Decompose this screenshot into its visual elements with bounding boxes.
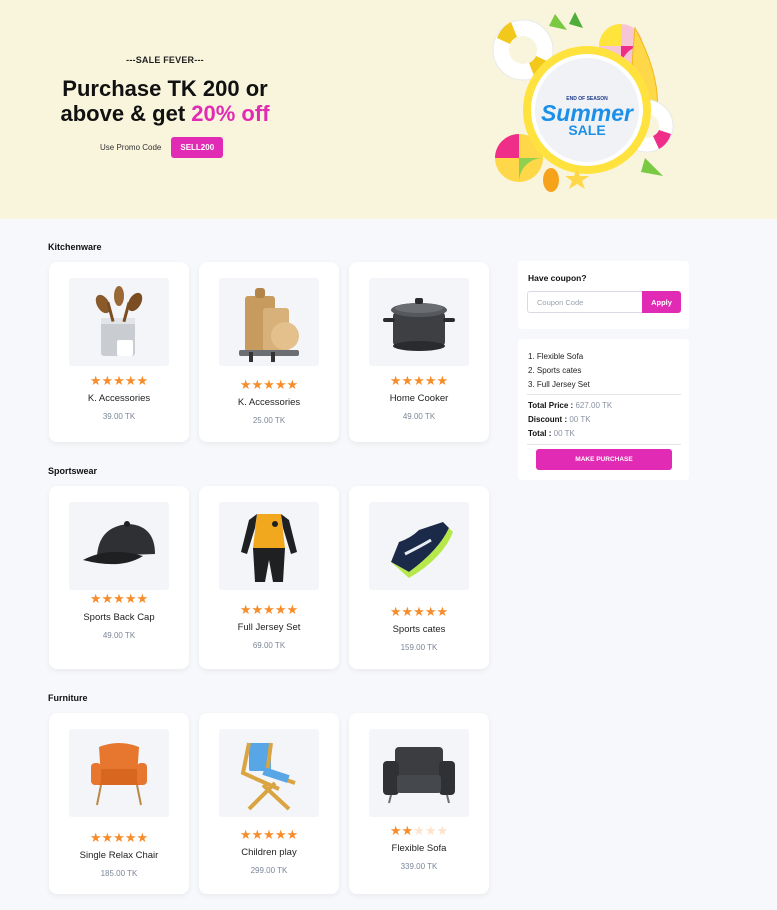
summer-sale-graphic: END OF SEASON Summer SALE [485,8,685,204]
armchair-icon [91,743,147,806]
cart-item: 3. Full Jersey Set [528,380,590,389]
product-card[interactable]: ★★★★★ Children play 299.00 TK [199,713,339,894]
product-name: K. Accessories [87,393,151,404]
cutting-boards-icon [239,288,299,362]
product-price: 25.00 TK [252,416,286,425]
product-card[interactable]: ★★★★★ K. Accessories 39.00 TK [49,262,189,442]
product-price: 39.00 TK [102,412,136,421]
product-name: Flexible Sofa [391,843,447,854]
cap-icon [83,521,155,565]
product-card[interactable]: ★★★★★ K. Accessories 25.00 TK [199,262,339,442]
product-name: Single Relax Chair [79,850,159,861]
total-value: 00 TK [553,429,575,438]
product-name: Sports Back Cap [83,612,155,623]
section-title-kitchenware: Kitchenware [48,242,102,252]
product-card[interactable]: ★★★★★ Sports cates 159.00 TK [349,486,489,669]
jersey-icon [241,514,297,582]
product-image [69,278,169,366]
product-price: 339.00 TK [400,862,438,871]
cart-item: 1. Flexible Sofa [528,352,584,361]
rating-stars: ★★★★★ [389,373,449,388]
rating-stars: ★★★★★ [89,830,149,845]
discount-value: 00 TK [569,415,591,424]
product-name: K. Accessories [237,397,301,408]
rating-stars: ★★★★★ [239,377,299,392]
coupon-panel: Have coupon? Apply [518,261,689,329]
section-title-sportswear: Sportswear [48,466,98,476]
coupon-title: Have coupon? [528,273,587,283]
summary-divider [527,444,681,445]
product-image [369,729,469,817]
cart-item-list: 1. Flexible Sofa 2. Sports cates 3. Full… [528,350,590,392]
product-price: 69.00 TK [252,641,286,650]
total-price-label: Total Price : [528,401,574,410]
sofa-icon [383,747,455,804]
order-summary-panel: 1. Flexible Sofa 2. Sports cates 3. Full… [518,339,689,480]
product-price: 185.00 TK [100,869,138,878]
promo-banner: ---SALE FEVER--- Purchase TK 200 or abov… [0,0,777,219]
product-name: Full Jersey Set [237,622,301,633]
summary-divider [527,394,681,395]
discount-row: Discount : 00 TK [528,413,612,427]
cart-item: 2. Sports cates [528,366,582,375]
product-card[interactable]: ★★★★★ Home Cooker 49.00 TK [349,262,489,442]
product-price: 159.00 TK [400,643,438,652]
kitchen-utensils-icon [95,286,143,356]
headline-line-1: Purchase TK 200 or [62,76,268,101]
cooking-pot-icon [383,298,455,351]
promo-headline: Purchase TK 200 or above & get 20% off [30,76,300,126]
section-title-furniture: Furniture [48,693,88,703]
product-image [69,729,169,817]
rating-stars: ★★★★★ [389,604,449,619]
product-image [369,502,469,590]
sale-text: SALE [568,122,606,138]
rating-stars: ★★★★★ [239,827,299,842]
product-name: Children play [241,847,297,858]
apply-coupon-button[interactable]: Apply [642,291,681,313]
sneaker-icon [391,522,453,578]
rating-stars: ★★★★★ [89,373,149,388]
summer-text: Summer [540,100,634,126]
headline-discount: 20% off [191,101,270,126]
product-price: 49.00 TK [402,412,436,421]
product-image [219,502,319,590]
product-name: Home Cooker [389,393,449,404]
promo-code-row: Use Promo Code SELL200 [100,137,224,158]
discount-label: Discount : [528,415,568,424]
rating-stars: ★★★★★ [239,602,299,617]
product-card[interactable]: ★★★★★ Flexible Sofa 339.00 TK [349,713,489,894]
rating-stars: ★★★★★ [389,823,449,838]
product-card[interactable]: ★★★★★ Single Relax Chair 185.00 TK [49,713,189,894]
product-card[interactable]: ★★★★★ Sports Back Cap 49.00 TK [49,486,189,669]
beach-chair-icon [240,742,296,811]
product-image [219,278,319,366]
promo-code-label: Use Promo Code [100,143,162,152]
total-price-row: Total Price : 627.00 TK [528,399,612,413]
total-label: Total : [528,429,552,438]
total-price-value: 627.00 TK [575,401,613,410]
headline-line-2: above & get [60,101,192,126]
product-price: 49.00 TK [102,631,136,640]
sale-kicker: ---SALE FEVER--- [126,55,204,65]
totals-block: Total Price : 627.00 TK Discount : 00 TK… [528,399,612,441]
product-image [219,729,319,817]
make-purchase-button[interactable]: MAKE PURCHASE [536,449,672,470]
product-image [69,502,169,590]
product-price: 299.00 TK [250,866,288,875]
product-card[interactable]: ★★★★★ Full Jersey Set 69.00 TK [199,486,339,669]
total-row: Total : 00 TK [528,427,612,441]
rating-stars: ★★★★★ [89,591,149,606]
coupon-code-input[interactable] [527,291,642,313]
product-name: Sports cates [392,624,446,635]
promo-code-badge[interactable]: SELL200 [171,137,224,158]
product-image [369,278,469,366]
